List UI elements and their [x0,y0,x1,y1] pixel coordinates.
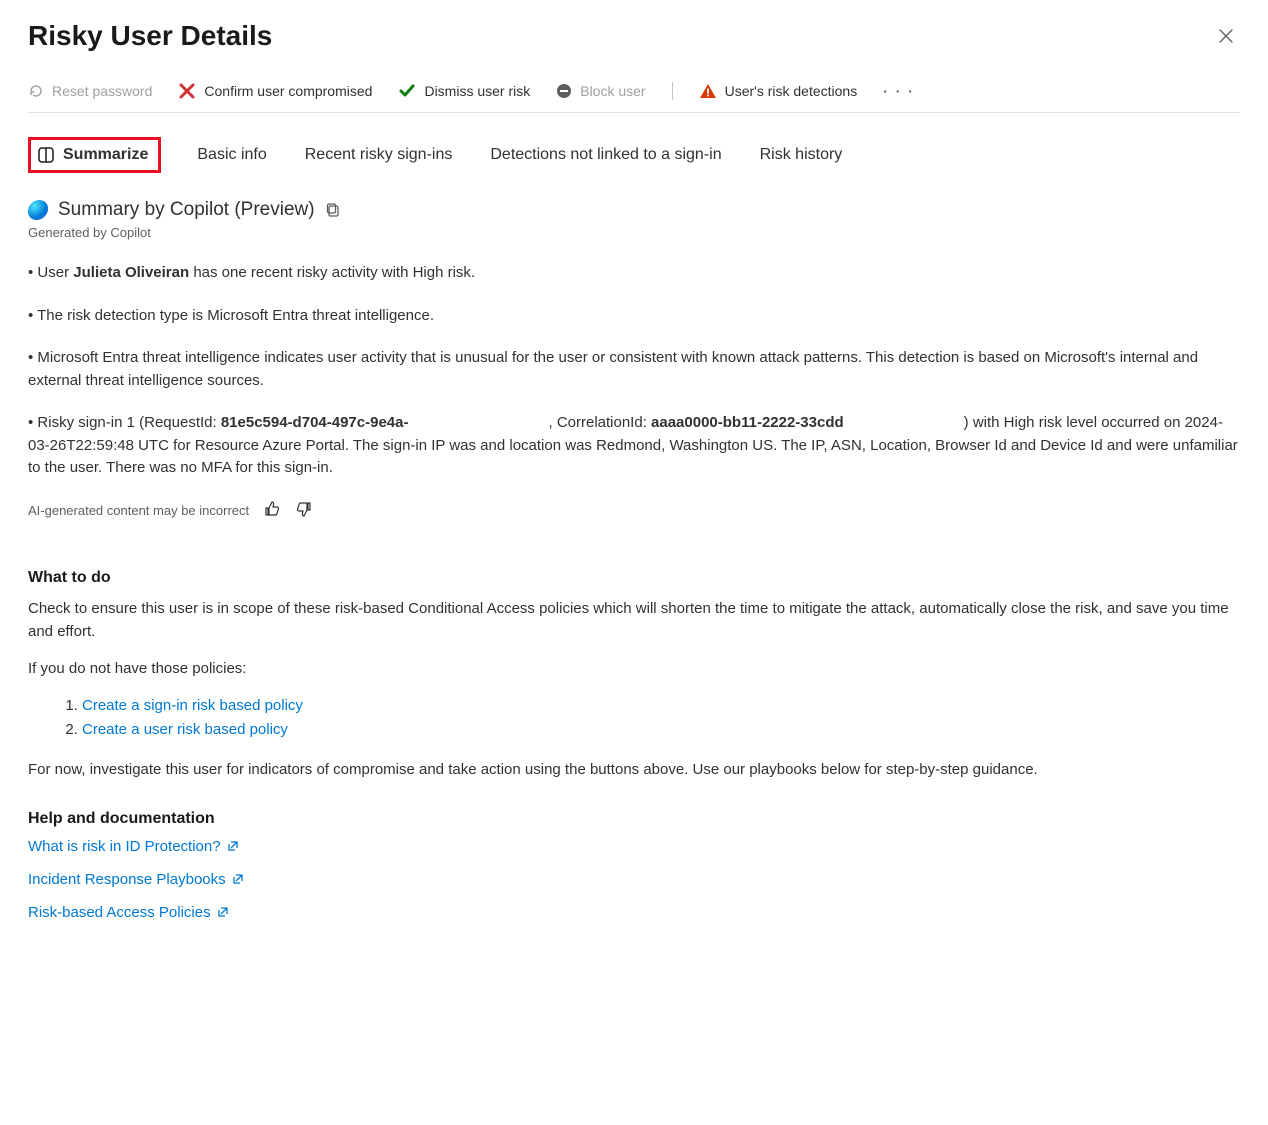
confirm-compromised-label: Confirm user compromised [204,83,372,99]
tab-recent-signins-label: Recent risky sign-ins [305,146,453,164]
summary-bullet-2: • The risk detection type is Microsoft E… [28,305,1240,328]
summary-b4-requestid: 81e5c594-d704-497c-9e4a- [221,414,409,431]
external-link-icon [227,840,239,852]
warning-icon [699,82,717,100]
x-red-icon [178,82,196,100]
policy-list-item-1: Create a sign-in risk based policy [82,694,1240,718]
tabs-bar: Summarize Basic info Recent risky sign-i… [28,137,1240,173]
summary-bullet-3: • Microsoft Entra threat intelligence in… [28,347,1240,392]
help-link-incident-playbooks[interactable]: Incident Response Playbooks [28,871,244,888]
what-to-do-heading: What to do [28,569,1240,587]
tab-detections-no-signin[interactable]: Detections not linked to a sign-in [488,137,723,173]
risk-detections-button[interactable]: User's risk detections [699,82,858,100]
help-heading: Help and documentation [28,810,1240,828]
tab-risk-history[interactable]: Risk history [758,137,845,173]
close-icon [1218,28,1234,44]
reset-password-label: Reset password [52,83,152,99]
tab-risk-history-label: Risk history [760,146,843,164]
copilot-heading-text: Summary by Copilot (Preview) [58,199,315,221]
thumbs-down-button[interactable] [295,500,313,521]
dismiss-risk-label: Dismiss user risk [424,83,530,99]
what-to-do-p2: If you do not have those policies: [28,657,1240,680]
help-link-2-label: Incident Response Playbooks [28,871,226,888]
more-actions-button[interactable]: · · · [883,83,915,99]
thumbs-down-icon [295,500,313,518]
policy-list-item-2: Create a user risk based policy [82,718,1240,742]
block-user-button[interactable]: Block user [556,83,645,99]
tab-summarize-label: Summarize [63,146,148,164]
external-link-icon [232,873,244,885]
ai-disclaimer-text: AI-generated content may be incorrect [28,503,249,518]
summary-bullet-4: • Risky sign-in 1 (RequestId: 81e5c594-d… [28,412,1240,480]
block-icon [556,83,572,99]
help-link-what-is-risk[interactable]: What is risk in ID Protection? [28,838,239,855]
summary-bullet-1: • User Julieta Oliveiran has one recent … [28,262,1240,285]
summarize-icon [37,146,55,164]
create-user-risk-policy-link[interactable]: Create a user risk based policy [82,721,288,738]
copilot-summary: • User Julieta Oliveiran has one recent … [28,262,1240,480]
tab-basic-info-label: Basic info [197,146,266,164]
summary-b1-suffix: has one recent risky activity with High … [189,264,475,281]
ellipsis-icon: · · · [883,83,915,99]
check-green-icon [398,82,416,100]
reset-password-button[interactable]: Reset password [28,83,152,99]
summary-b4-correlationid: aaaa0000-bb11-2222-33cdd [651,414,844,431]
dismiss-risk-button[interactable]: Dismiss user risk [398,82,530,100]
tab-basic-info[interactable]: Basic info [195,137,268,173]
what-to-do-p1: Check to ensure this user is in scope of… [28,597,1240,644]
action-toolbar: Reset password Confirm user compromised … [28,82,1240,113]
tab-detections-no-signin-label: Detections not linked to a sign-in [490,146,721,164]
copilot-subheading: Generated by Copilot [28,225,1240,240]
help-link-1-label: What is risk in ID Protection? [28,838,221,855]
thumbs-up-button[interactable] [263,500,281,521]
risk-detections-label: User's risk detections [725,83,858,99]
summary-b1-user: Julieta Oliveiran [73,264,189,281]
page-title: Risky User Details [28,20,272,52]
copilot-logo-icon [27,200,50,220]
tab-summarize[interactable]: Summarize [28,137,161,173]
summary-b4-b: , CorrelationId: [548,414,651,431]
confirm-compromised-button[interactable]: Confirm user compromised [178,82,372,100]
toolbar-divider [672,82,673,100]
copy-summary-button[interactable] [325,202,341,218]
create-signin-risk-policy-link[interactable]: Create a sign-in risk based policy [82,697,303,714]
help-link-3-label: Risk-based Access Policies [28,904,211,921]
summary-b4-a: • Risky sign-in 1 (RequestId: [28,414,221,431]
thumbs-up-icon [263,500,281,518]
tab-recent-signins[interactable]: Recent risky sign-ins [303,137,455,173]
copy-icon [325,202,341,218]
block-user-label: Block user [580,83,645,99]
policy-list: Create a sign-in risk based policy Creat… [82,694,1240,742]
summary-b1-prefix: • User [28,264,73,281]
what-to-do-p3: For now, investigate this user for indic… [28,758,1240,781]
external-link-icon [217,906,229,918]
close-button[interactable] [1212,22,1240,50]
help-link-risk-based-policies[interactable]: Risk-based Access Policies [28,904,229,921]
refresh-icon [28,83,44,99]
